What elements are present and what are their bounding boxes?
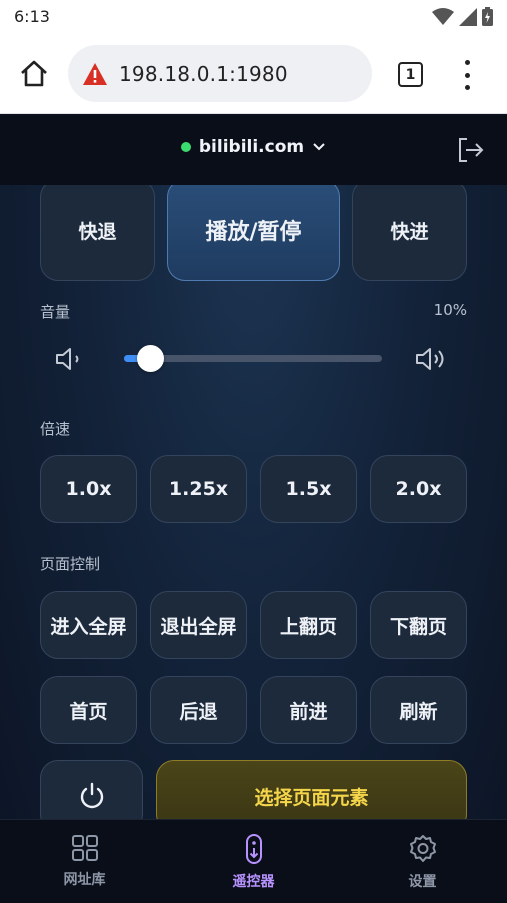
page-up-button[interactable]: 上翻页	[260, 591, 357, 659]
app-header: bilibili.com	[0, 115, 507, 185]
grid-icon	[71, 835, 98, 861]
bottom-nav: 网址库 遥控器 设置	[0, 819, 507, 903]
nav-url-library[interactable]: 网址库	[0, 820, 169, 903]
online-status-dot	[180, 142, 191, 152]
forward-button[interactable]: 快进	[352, 185, 467, 281]
battery-icon	[482, 7, 493, 26]
nav-url-library-label: 网址库	[63, 872, 106, 888]
speed-1-25x-button[interactable]: 1.25x	[150, 455, 247, 523]
warning-icon[interactable]	[82, 62, 108, 86]
nav-remote[interactable]: 遥控器	[169, 820, 338, 903]
forward-nav-button[interactable]: 前进	[260, 676, 357, 744]
more-menu-button[interactable]	[462, 60, 472, 90]
remote-app: bilibili.com 快退 播放/暂停 快进 音量 10% 倍速 1.0x …	[0, 115, 507, 903]
site-name: bilibili.com	[198, 137, 305, 157]
select-element-button[interactable]: 选择页面元素	[156, 760, 467, 819]
volume-low-icon[interactable]	[52, 344, 92, 374]
speed-1-5x-button[interactable]: 1.5x	[260, 455, 357, 523]
status-time: 6:13	[14, 7, 50, 26]
signal-icon	[459, 7, 477, 26]
volume-label: 音量	[40, 303, 71, 321]
system-icons	[432, 7, 493, 26]
nav-settings-label: 设置	[408, 874, 437, 890]
status-bar: 6:13	[0, 0, 507, 34]
speed-1x-button[interactable]: 1.0x	[40, 455, 137, 523]
volume-slider-thumb[interactable]	[136, 345, 164, 372]
home-page-button[interactable]: 首页	[40, 676, 137, 744]
volume-high-icon[interactable]	[414, 344, 454, 374]
volume-percent: 10%	[433, 301, 467, 319]
remote-icon	[245, 834, 262, 864]
url-text[interactable]: 198.18.0.1:1980	[119, 62, 288, 86]
logout-icon[interactable]	[456, 136, 484, 164]
home-icon	[21, 60, 47, 87]
control-panel: 快退 播放/暂停 快进 音量 10% 倍速 1.0x 1.25x 1.5x 2.…	[0, 185, 507, 819]
page-control-label: 页面控制	[40, 555, 101, 573]
play-pause-button[interactable]: 播放/暂停	[167, 185, 340, 281]
browser-toolbar: 198.18.0.1:1980 1	[0, 34, 507, 114]
enter-fullscreen-button[interactable]: 进入全屏	[40, 591, 137, 659]
rewind-button[interactable]: 快退	[40, 185, 155, 281]
address-bar[interactable]: 198.18.0.1:1980	[68, 45, 372, 102]
chevron-down-icon	[313, 143, 325, 151]
power-icon	[80, 782, 103, 809]
refresh-button[interactable]: 刷新	[370, 676, 467, 744]
speed-label: 倍速	[40, 420, 71, 438]
tab-switcher-button[interactable]: 1	[398, 62, 423, 87]
page-down-button[interactable]: 下翻页	[370, 591, 467, 659]
exit-fullscreen-button[interactable]: 退出全屏	[150, 591, 247, 659]
back-button[interactable]: 后退	[150, 676, 247, 744]
gear-icon	[409, 835, 436, 862]
nav-settings[interactable]: 设置	[338, 820, 507, 903]
volume-slider[interactable]	[124, 345, 382, 372]
speed-2x-button[interactable]: 2.0x	[370, 455, 467, 523]
home-button[interactable]	[18, 58, 50, 90]
site-selector[interactable]: bilibili.com	[0, 137, 507, 157]
nav-remote-label: 遥控器	[232, 874, 275, 890]
wifi-icon	[432, 7, 454, 25]
power-button[interactable]	[40, 760, 143, 819]
